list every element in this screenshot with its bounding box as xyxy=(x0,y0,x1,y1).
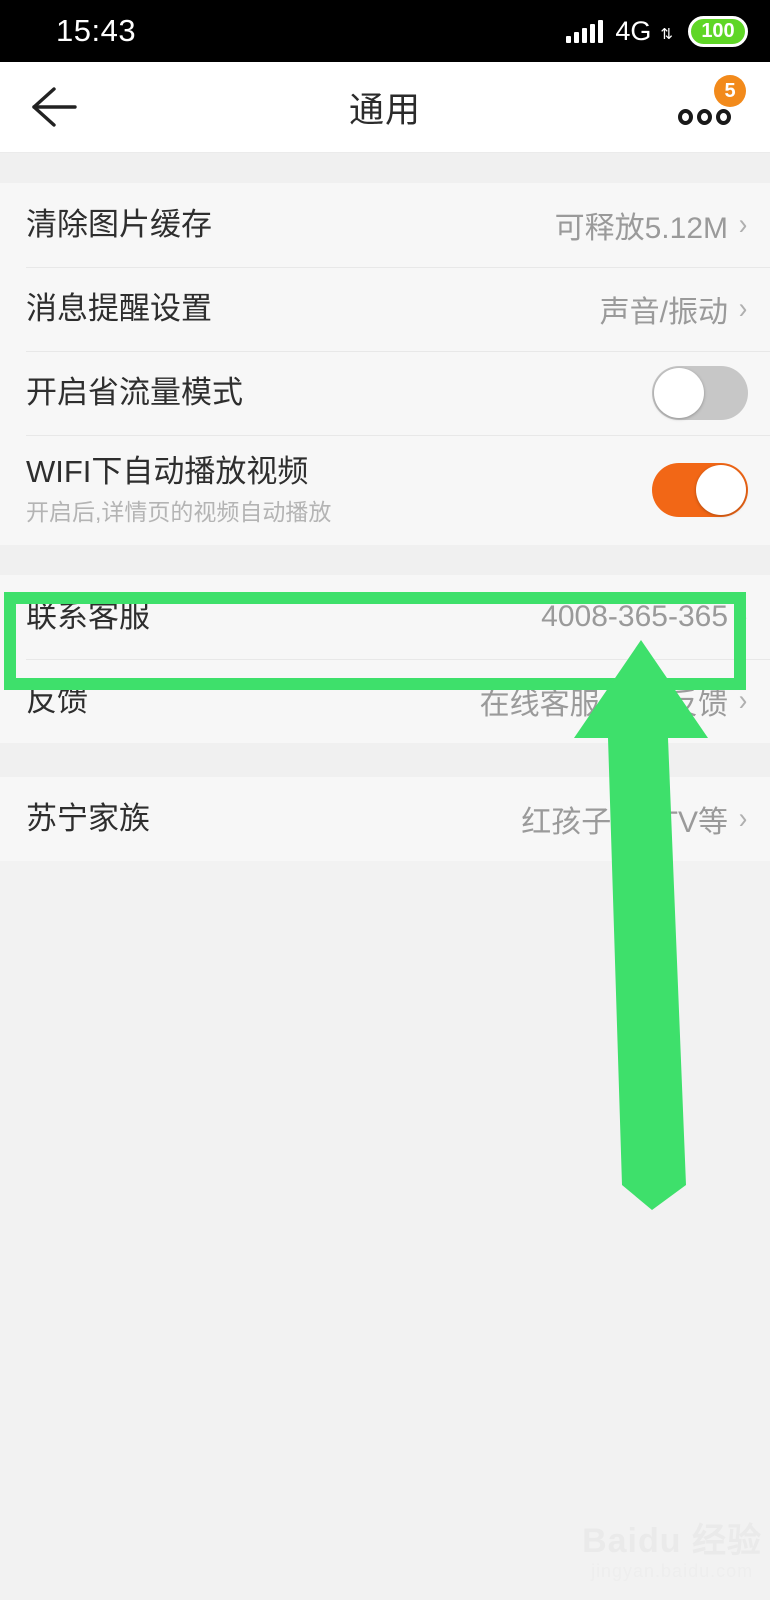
row-right: 声音/振动 › xyxy=(600,287,748,331)
section-gap-top xyxy=(0,153,770,183)
chevron-right-icon: › xyxy=(738,208,748,241)
data-transfer-icon: ⇅ xyxy=(660,25,673,43)
list-item-value: 红孩子/PPTV等 xyxy=(521,806,728,839)
toggle-wifi-autoplay-video[interactable] xyxy=(652,463,748,517)
chevron-right-icon: › xyxy=(738,684,748,717)
list-item-title: 开启省流量模式 xyxy=(26,374,243,410)
list-item-title: WIFI下自动播放视频 xyxy=(26,454,309,490)
list-item-value: 在线客服/意见反馈 xyxy=(479,688,728,721)
list-item-value: 可释放5.12M xyxy=(554,212,728,245)
row-message-alert-settings[interactable]: 消息提醒设置 声音/振动 › xyxy=(0,267,770,351)
toggle-data-saver-mode[interactable] xyxy=(652,366,748,420)
watermark-url: jingyan.baidu.com xyxy=(591,1561,754,1581)
list-item-title: 联系客服 xyxy=(26,598,150,634)
navigation-bar: 通用 5 xyxy=(0,62,770,153)
row-left: 苏宁家族 xyxy=(26,800,150,839)
row-left: WIFI下自动播放视频 开启后,详情页的视频自动播放 xyxy=(26,453,331,526)
row-left: 联系客服 xyxy=(26,598,150,637)
chevron-right-icon: › xyxy=(738,292,748,325)
row-left: 开启省流量模式 xyxy=(26,374,243,413)
row-data-saver-mode[interactable]: 开启省流量模式 xyxy=(0,351,770,435)
chevron-right-icon: › xyxy=(738,600,748,633)
row-left: 消息提醒设置 xyxy=(26,290,212,329)
toggle-knob xyxy=(654,368,704,418)
status-badge: 5 xyxy=(714,75,746,107)
row-right xyxy=(652,366,748,420)
more-options-icon[interactable]: 5 xyxy=(676,75,746,137)
network-type-label: 4G xyxy=(615,15,652,46)
list-item-title: 清除图片缓存 xyxy=(26,206,212,242)
row-feedback[interactable]: 反馈 在线客服/意见反馈 › xyxy=(0,659,770,743)
back-arrow-icon[interactable] xyxy=(26,79,82,135)
list-item-value: 4008-365-365 xyxy=(541,600,728,633)
status-bar: 15:43 4G ⇅ 100 xyxy=(0,0,770,62)
settings-section-2: 联系客服 4008-365-365 › 反馈 在线客服/意见反馈 › xyxy=(0,575,770,743)
settings-section-1: 清除图片缓存 可释放5.12M › 消息提醒设置 声音/振动 › 开启省流量模式 xyxy=(0,183,770,545)
row-left: 反馈 xyxy=(26,682,88,721)
row-wifi-autoplay-video[interactable]: WIFI下自动播放视频 开启后,详情页的视频自动播放 xyxy=(0,435,770,545)
row-suning-family[interactable]: 苏宁家族 红孩子/PPTV等 › xyxy=(0,777,770,861)
page-title: 通用 xyxy=(348,90,421,130)
status-bar-indicators: 4G ⇅ 100 xyxy=(566,15,748,47)
section-gap-2 xyxy=(0,743,770,777)
toggle-knob xyxy=(696,465,746,515)
row-right: 可释放5.12M › xyxy=(555,203,748,247)
row-right: 红孩子/PPTV等 › xyxy=(521,797,748,841)
list-item-title: 消息提醒设置 xyxy=(26,290,212,326)
row-right: 4008-365-365 › xyxy=(541,600,748,634)
row-clear-image-cache[interactable]: 清除图片缓存 可释放5.12M › xyxy=(0,183,770,267)
row-contact-customer-service[interactable]: 联系客服 4008-365-365 › xyxy=(0,575,770,659)
list-item-title: 苏宁家族 xyxy=(26,800,150,836)
list-item-value: 声音/振动 xyxy=(599,296,728,329)
list-item-subtitle: 开启后,详情页的视频自动播放 xyxy=(26,499,332,526)
battery-level-label: 100 xyxy=(701,20,735,42)
three-dots-glyph xyxy=(678,109,731,125)
watermark-title: Baidu 经验 xyxy=(582,1522,762,1560)
empty-area xyxy=(0,861,770,1541)
row-right xyxy=(652,463,748,517)
phone-screen: 15:43 4G ⇅ 100 通用 5 清除图片缓存 可释放5.12M › 消息… xyxy=(0,0,770,1600)
signal-bars-icon xyxy=(566,19,604,43)
status-bar-clock: 15:43 xyxy=(56,13,137,48)
settings-section-3: 苏宁家族 红孩子/PPTV等 › xyxy=(0,777,770,861)
list-item-title: 反馈 xyxy=(26,682,88,718)
battery-icon: 100 xyxy=(688,15,748,47)
row-left: 清除图片缓存 xyxy=(26,206,212,245)
row-right: 在线客服/意见反馈 › xyxy=(480,679,748,723)
chevron-right-icon: › xyxy=(738,802,748,835)
section-gap-1 xyxy=(0,545,770,575)
watermark: Baidu 经验 jingyan.baidu.com xyxy=(582,1524,762,1580)
